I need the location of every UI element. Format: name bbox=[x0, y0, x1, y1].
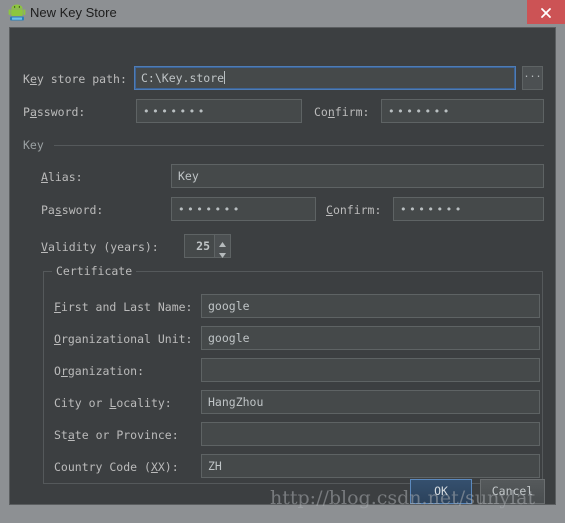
cancel-button[interactable]: Cancel bbox=[480, 479, 545, 504]
spinner-buttons[interactable] bbox=[214, 235, 230, 258]
text-caret bbox=[224, 71, 226, 84]
ok-button[interactable]: OK bbox=[410, 479, 472, 504]
validity-stepper[interactable]: 25 bbox=[184, 234, 231, 258]
dialog-content: Key store path: C:\Key.store ... Passwor… bbox=[9, 27, 556, 505]
validity-value: 25 bbox=[196, 239, 210, 253]
close-button[interactable] bbox=[527, 0, 565, 24]
keystore-confirm-label: Confirm: bbox=[314, 105, 370, 119]
browse-keystore-button[interactable]: ... bbox=[522, 66, 543, 90]
country-code-input[interactable]: ZH bbox=[201, 454, 540, 478]
alias-input[interactable]: Key bbox=[171, 164, 544, 188]
organizational-unit-label: Organizational Unit: bbox=[54, 332, 193, 346]
alias-label: Alias: bbox=[41, 170, 83, 184]
key-confirm-label: Confirm: bbox=[326, 203, 382, 217]
keystore-path-label: Key store path: bbox=[23, 72, 127, 86]
city-or-locality-label: City or Locality: bbox=[54, 396, 172, 410]
new-key-store-dialog: New Key Store Key store path: C:\Key.sto… bbox=[0, 0, 565, 523]
organization-label: Organization: bbox=[54, 364, 145, 378]
spinner-down-icon[interactable] bbox=[215, 246, 230, 258]
key-password-label: Password: bbox=[41, 203, 104, 217]
certificate-group-title: Certificate bbox=[52, 264, 137, 278]
key-password-input[interactable]: ••••••• bbox=[171, 197, 316, 221]
city-or-locality-input[interactable]: HangZhou bbox=[201, 390, 540, 414]
first-and-last-name-input[interactable]: google bbox=[201, 294, 540, 318]
window-title: New Key Store bbox=[30, 5, 117, 20]
keystore-password-input[interactable]: ••••••• bbox=[136, 99, 302, 123]
title-bar[interactable]: New Key Store bbox=[0, 0, 565, 26]
keystore-confirm-input[interactable]: ••••••• bbox=[381, 99, 544, 123]
organization-input[interactable] bbox=[201, 358, 540, 382]
validity-label: Validity (years): bbox=[41, 240, 159, 254]
key-group-separator bbox=[54, 145, 544, 146]
organizational-unit-input[interactable]: google bbox=[201, 326, 540, 350]
ellipsis-icon: ... bbox=[523, 69, 542, 80]
key-group-title: Key bbox=[23, 138, 44, 152]
android-robot-icon bbox=[8, 4, 26, 22]
key-confirm-input[interactable]: ••••••• bbox=[393, 197, 544, 221]
keystore-password-label: Password: bbox=[23, 105, 86, 119]
state-or-province-input[interactable] bbox=[201, 422, 540, 446]
spinner-up-icon[interactable] bbox=[215, 235, 230, 247]
country-code-label: Country Code (XX): bbox=[54, 460, 179, 474]
state-or-province-label: State or Province: bbox=[54, 428, 179, 442]
first-and-last-name-label: First and Last Name: bbox=[54, 300, 193, 314]
keystore-path-input[interactable]: C:\Key.store bbox=[134, 66, 516, 90]
